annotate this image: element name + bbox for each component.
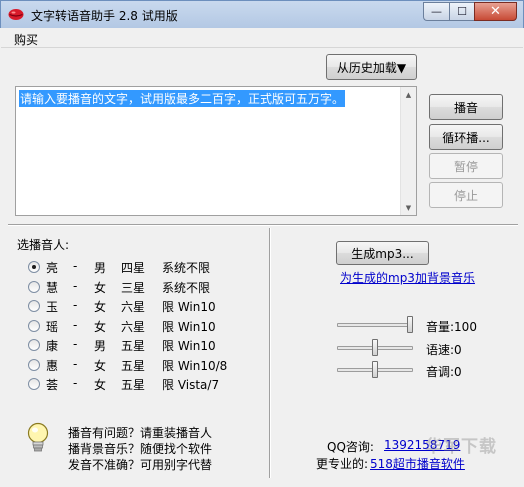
voice-name: 亮 <box>46 261 59 275</box>
radio-button[interactable] <box>28 339 40 351</box>
voice-stars: 六星 <box>121 319 146 334</box>
text-input-content: 请输入要播音的文字，试用版最多二百字，正式版可五万字。 <box>19 90 346 107</box>
volume-value: 100 <box>454 320 477 334</box>
radio-button[interactable] <box>28 378 40 390</box>
radio-button[interactable] <box>28 280 40 293</box>
voice-dash: - <box>73 356 78 371</box>
pitch-label: 音调:0 <box>426 365 462 379</box>
voice-dash: - <box>73 337 78 351</box>
lightbulb-icon <box>27 422 49 452</box>
voice-gender: 女 <box>94 300 107 314</box>
voice-limit: 限 Win10 <box>162 300 216 314</box>
vertical-scrollbar[interactable]: ▲ ▼ <box>400 87 416 215</box>
voice-selection-title: 选播音人: <box>17 238 70 252</box>
voice-stars: 三星 <box>121 280 146 295</box>
volume-label: 音量:100 <box>426 320 477 334</box>
voice-limit: 限 Win10 <box>162 339 216 353</box>
voice-name: 康 <box>46 339 59 353</box>
voice-limit: 限 Win10/8 <box>162 358 228 373</box>
volume-slider[interactable] <box>337 315 413 335</box>
more-software-link[interactable]: 518超市播音软件 <box>370 455 465 472</box>
title-bar: 文字转语音助手 2.8 试用版 — ☐ ✕ <box>0 0 524 28</box>
voice-limit: 系统不限 <box>162 261 211 275</box>
help-pronunciation-text: 发音不准确？可用别字代替 <box>68 458 213 472</box>
radio-button[interactable] <box>28 319 40 332</box>
pause-button[interactable]: 暂停 <box>429 153 503 179</box>
app-lips-icon <box>8 9 24 20</box>
close-button[interactable]: ✕ <box>474 2 517 21</box>
voice-name: 惠 <box>46 358 59 373</box>
voice-dash: - <box>73 278 78 293</box>
radio-button[interactable] <box>28 300 40 312</box>
watermark: 华军下载 <box>425 437 497 457</box>
scroll-down-arrow-icon[interactable]: ▼ <box>401 200 416 215</box>
pitch-slider[interactable] <box>337 360 413 380</box>
qq-label: QQ咨询: <box>327 440 374 454</box>
speed-label: 语速:0 <box>426 343 462 357</box>
help-bg-music-text: 播背景音乐？随便找个软件 <box>68 442 213 456</box>
voice-dash: - <box>73 376 78 390</box>
minimize-button[interactable]: — <box>423 2 449 21</box>
generate-mp3-button[interactable]: 生成mp3... <box>336 241 429 265</box>
pitch-value: 0 <box>454 365 462 379</box>
voice-gender: 女 <box>94 378 107 392</box>
radio-button[interactable] <box>28 261 40 273</box>
play-button[interactable]: 播音 <box>429 94 503 120</box>
voice-stars: 五星 <box>121 378 146 392</box>
maximize-button[interactable]: ☐ <box>449 2 474 21</box>
slider-track <box>337 323 413 327</box>
voice-stars: 五星 <box>121 358 146 373</box>
voice-stars: 六星 <box>121 300 146 314</box>
voice-dash: - <box>73 298 78 312</box>
voice-limit: 限 Vista/7 <box>162 378 220 392</box>
vertical-divider <box>269 228 271 478</box>
voice-gender: 女 <box>94 319 107 334</box>
voice-dash: - <box>73 259 78 273</box>
loop-play-button[interactable]: 循环播... <box>429 124 503 150</box>
text-input-area[interactable]: 请输入要播音的文字，试用版最多二百字，正式版可五万字。 ▲ ▼ <box>15 86 417 216</box>
bg-music-link[interactable]: 为生成的mp3加背景音乐 <box>340 269 475 286</box>
load-history-button[interactable]: 从历史加载▼ <box>326 54 417 80</box>
voice-name: 瑶 <box>46 319 59 334</box>
voice-gender: 女 <box>94 358 107 373</box>
slider-thumb[interactable] <box>372 339 378 356</box>
voice-stars: 五星 <box>121 339 146 353</box>
voice-stars: 四星 <box>121 261 146 275</box>
window-title: 文字转语音助手 2.8 试用版 <box>31 9 178 23</box>
more-label: 更专业的: <box>316 457 369 471</box>
menu-bar: 购买 <box>1 28 523 48</box>
help-reinstall-text: 播音有问题？请重装播音人 <box>68 426 213 440</box>
voice-gender: 女 <box>94 280 107 295</box>
voice-gender: 男 <box>94 339 107 353</box>
menu-buy[interactable]: 购买 <box>14 31 38 48</box>
speed-slider[interactable] <box>337 338 413 358</box>
speed-value: 0 <box>454 343 462 357</box>
slider-thumb[interactable] <box>372 361 378 378</box>
radio-button[interactable] <box>28 358 40 371</box>
stop-button[interactable]: 停止 <box>429 182 503 208</box>
caption-buttons: — ☐ ✕ <box>423 2 517 21</box>
slider-thumb[interactable] <box>407 316 413 333</box>
voice-name: 慧 <box>46 280 59 295</box>
voice-dash: - <box>73 317 78 332</box>
voice-gender: 男 <box>94 261 107 275</box>
horizontal-divider <box>8 224 518 226</box>
voice-name: 玉 <box>46 300 59 314</box>
voice-limit: 系统不限 <box>162 280 211 295</box>
voice-name: 荟 <box>46 378 59 392</box>
voice-limit: 限 Win10 <box>162 319 216 334</box>
scroll-up-arrow-icon[interactable]: ▲ <box>401 87 416 102</box>
